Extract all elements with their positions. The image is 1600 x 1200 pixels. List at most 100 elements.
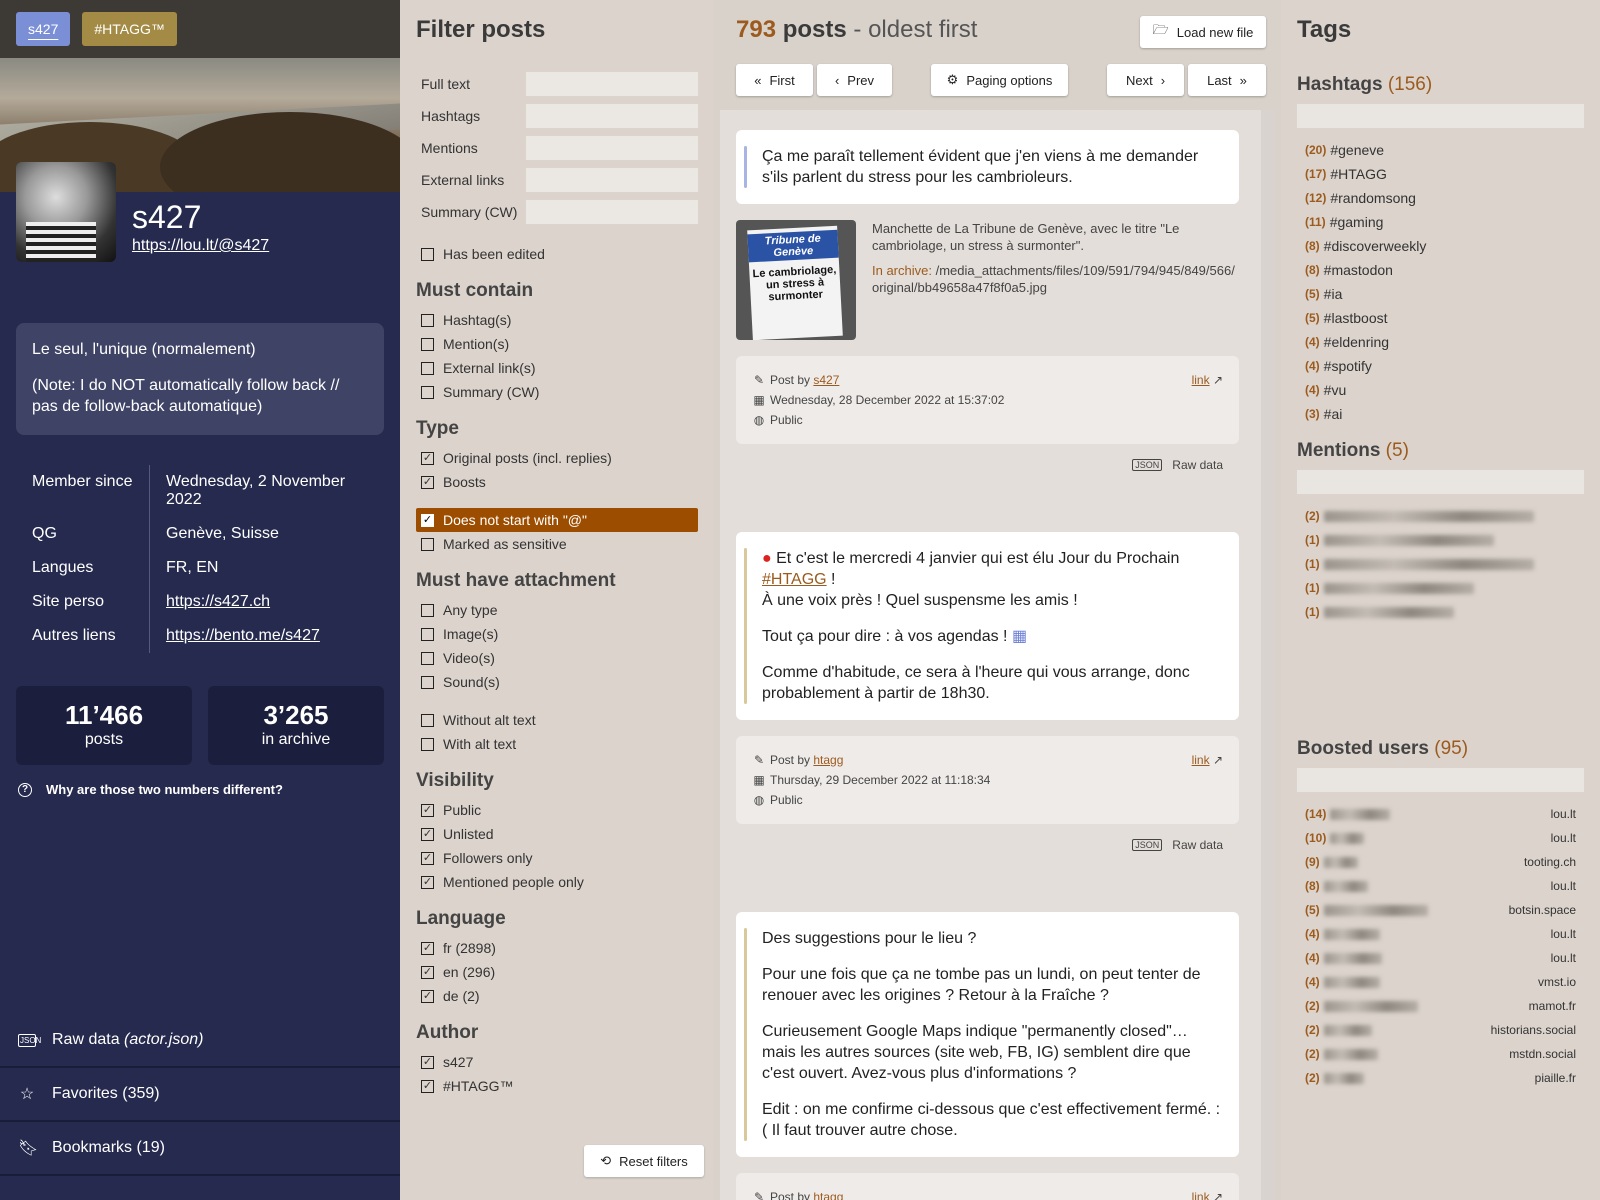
boosted-user-item[interactable]: (14) lou.lt bbox=[1297, 802, 1584, 826]
prev-page-button[interactable]: ‹ Prev bbox=[817, 64, 892, 96]
hashtags-search-input[interactable] bbox=[1297, 104, 1584, 128]
load-file-button[interactable]: 🗁 Load new file bbox=[1140, 16, 1266, 48]
checkbox-mentions[interactable]: Mention(s) bbox=[416, 332, 698, 356]
post-text: Ça me paraît tellement évident que j'en … bbox=[762, 148, 1199, 186]
blurred-username bbox=[1330, 808, 1391, 820]
filter-title: Filter posts bbox=[416, 16, 546, 43]
hashtag-item[interactable]: (4) #vu bbox=[1297, 378, 1584, 402]
mentions-count: (5) bbox=[1385, 440, 1409, 461]
boosted-user-item[interactable]: (4) lou.lt bbox=[1297, 922, 1584, 946]
hashtag-item[interactable]: (4) #eldenring bbox=[1297, 330, 1584, 354]
checkbox-without-alt[interactable]: Without alt text bbox=[416, 708, 698, 732]
boosted-user-item[interactable]: (2) mamot.fr bbox=[1297, 994, 1584, 1018]
hashtag-item[interactable]: (4) #spotify bbox=[1297, 354, 1584, 378]
last-page-button[interactable]: Last » bbox=[1188, 64, 1266, 96]
boosted-user-item[interactable]: (5) botsin.space bbox=[1297, 898, 1584, 922]
boosted-user-item[interactable]: (4) vmst.io bbox=[1297, 970, 1584, 994]
next-page-button[interactable]: Next › bbox=[1107, 64, 1184, 96]
checkbox-label: External link(s) bbox=[443, 360, 536, 376]
external-link-icon: ↗ bbox=[1212, 373, 1223, 387]
checkbox-original-posts[interactable]: ✓ Original posts (incl. replies) bbox=[416, 446, 698, 470]
hashtag-item[interactable]: (5) #lastboost bbox=[1297, 306, 1584, 330]
checkbox-boosts[interactable]: ✓ Boosts bbox=[416, 470, 698, 494]
boosted-user-item[interactable]: (2) historians.social bbox=[1297, 1018, 1584, 1042]
hashtags-input[interactable] bbox=[526, 104, 698, 128]
boosted-user-item[interactable]: (9) tooting.ch bbox=[1297, 850, 1584, 874]
field-link[interactable]: https://s427.ch bbox=[166, 593, 270, 610]
post-author-link[interactable]: htagg bbox=[813, 1190, 843, 1200]
mention-item[interactable]: (1) bbox=[1297, 552, 1584, 576]
checkbox-external-links[interactable]: External link(s) bbox=[416, 356, 698, 380]
why-numbers-toggle[interactable]: ? Why are those two numbers different? bbox=[18, 782, 283, 797]
nav-bookmarks[interactable]: 🔖︎ Bookmarks (19) bbox=[0, 1122, 400, 1176]
profile-url[interactable]: https://lou.lt/@s427 bbox=[132, 237, 269, 255]
checkbox-sounds[interactable]: Sound(s) bbox=[416, 670, 698, 694]
checkbox-edited[interactable]: Has been edited bbox=[416, 242, 698, 266]
raw-data-button[interactable]: JSON Raw data bbox=[736, 824, 1239, 866]
post-link[interactable]: link bbox=[1192, 373, 1210, 387]
checkbox-with-alt[interactable]: With alt text bbox=[416, 732, 698, 756]
checkbox-no-at-start[interactable]: ✓ Does not start with "@" bbox=[416, 508, 698, 532]
account-tab-htagg[interactable]: #HTAGG™ bbox=[82, 12, 177, 46]
checkbox-public[interactable]: ✓ Public bbox=[416, 798, 698, 822]
checkbox-author-s427[interactable]: ✓ s427 bbox=[416, 1050, 698, 1074]
paging-options-button[interactable]: ⚙ Paging options bbox=[931, 64, 1068, 96]
boosted-user-item[interactable]: (10) lou.lt bbox=[1297, 826, 1584, 850]
hashtag-item[interactable]: (8) #mastodon bbox=[1297, 258, 1584, 282]
field-link[interactable]: https://bento.me/s427 bbox=[166, 627, 320, 644]
summary-input[interactable] bbox=[526, 200, 698, 224]
nav-raw-data[interactable]: JSON Raw data (actor.json) bbox=[0, 1014, 400, 1068]
reset-filters-button[interactable]: ⟲ Reset filters bbox=[584, 1145, 704, 1177]
check-icon: ✓ bbox=[421, 875, 434, 889]
first-page-button[interactable]: « First bbox=[736, 64, 813, 96]
checkbox-any-type[interactable]: Any type bbox=[416, 598, 698, 622]
checkbox-images[interactable]: Image(s) bbox=[416, 622, 698, 646]
post-author-link[interactable]: htagg bbox=[813, 753, 843, 767]
nav-favorites[interactable]: ☆ Favorites (359) bbox=[0, 1068, 400, 1122]
checkbox-sensitive[interactable]: Marked as sensitive bbox=[416, 532, 698, 556]
attachment-thumbnail[interactable]: Tribune de Genève Le cambriolage, un str… bbox=[736, 220, 856, 340]
account-tab-s427[interactable]: s427 bbox=[16, 12, 71, 46]
scrollbar[interactable] bbox=[1261, 110, 1275, 1200]
mentions-search-input[interactable] bbox=[1297, 470, 1584, 494]
hashtag-item[interactable]: (3) #ai bbox=[1297, 402, 1584, 426]
hashtag-link[interactable]: #HTAGG bbox=[762, 571, 827, 588]
hashtag-item[interactable]: (12) #randomsong bbox=[1297, 186, 1584, 210]
mention-item[interactable]: (1) bbox=[1297, 576, 1584, 600]
checkbox-author-htagg[interactable]: ✓ #HTAGG™ bbox=[416, 1074, 698, 1098]
post-link[interactable]: link bbox=[1192, 1190, 1210, 1200]
hashtag-count: (12) bbox=[1305, 191, 1327, 205]
checkbox-followers[interactable]: ✓ Followers only bbox=[416, 846, 698, 870]
boosted-user-item[interactable]: (8) lou.lt bbox=[1297, 874, 1584, 898]
boosted-user-item[interactable]: (2) piaille.fr bbox=[1297, 1066, 1584, 1090]
checkbox-hashtags[interactable]: Hashtag(s) bbox=[416, 308, 698, 332]
boosted-search-input[interactable] bbox=[1297, 768, 1584, 792]
hashtag-item[interactable]: (5) #ia bbox=[1297, 282, 1584, 306]
checkbox-videos[interactable]: Video(s) bbox=[416, 646, 698, 670]
checkbox-unlisted[interactable]: ✓ Unlisted bbox=[416, 822, 698, 846]
hashtag-item[interactable]: (8) #discoverweekly bbox=[1297, 234, 1584, 258]
checkbox-lang-en[interactable]: ✓ en (296) bbox=[416, 960, 698, 984]
post-author-link[interactable]: s427 bbox=[813, 373, 839, 387]
fulltext-input[interactable] bbox=[526, 72, 698, 96]
checkbox-label: Video(s) bbox=[443, 650, 495, 666]
sidebar-nav: JSON Raw data (actor.json) ☆ Favorites (… bbox=[0, 1014, 400, 1176]
checkbox-lang-de[interactable]: ✓ de (2) bbox=[416, 984, 698, 1008]
checkbox-label: Does not start with "@" bbox=[443, 512, 587, 528]
mention-item[interactable]: (2) bbox=[1297, 504, 1584, 528]
checkbox-summary[interactable]: Summary (CW) bbox=[416, 380, 698, 404]
post-link[interactable]: link bbox=[1192, 753, 1210, 767]
boosted-user-item[interactable]: (2) mstdn.social bbox=[1297, 1042, 1584, 1066]
boosted-user-item[interactable]: (4) lou.lt bbox=[1297, 946, 1584, 970]
external-links-input[interactable] bbox=[526, 168, 698, 192]
hashtag-item[interactable]: (11) #gaming bbox=[1297, 210, 1584, 234]
checkbox-lang-fr[interactable]: ✓ fr (2898) bbox=[416, 936, 698, 960]
raw-data-button[interactable]: JSON Raw data bbox=[736, 444, 1239, 486]
hashtag-item[interactable]: (20) #geneve bbox=[1297, 138, 1584, 162]
hashtag-item[interactable]: (17) #HTAGG bbox=[1297, 162, 1584, 186]
profile-name: s427 bbox=[132, 199, 202, 235]
mentions-input[interactable] bbox=[526, 136, 698, 160]
mention-item[interactable]: (1) bbox=[1297, 600, 1584, 624]
checkbox-mentioned[interactable]: ✓ Mentioned people only bbox=[416, 870, 698, 894]
mention-item[interactable]: (1) bbox=[1297, 528, 1584, 552]
